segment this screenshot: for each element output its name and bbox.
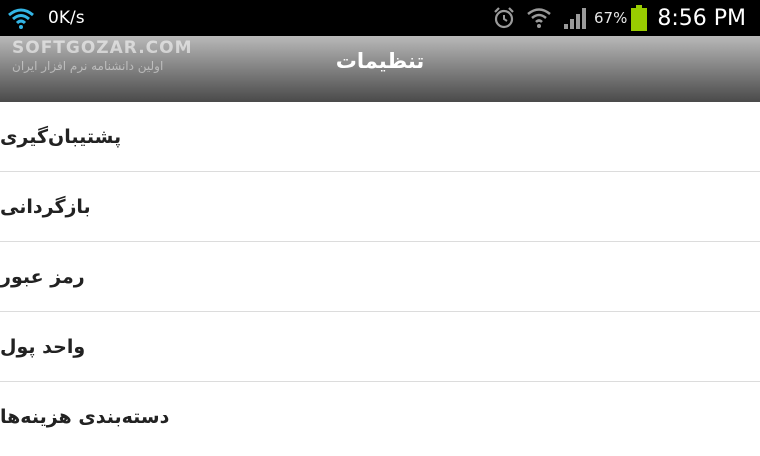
signal-icon: [562, 6, 588, 30]
settings-item-label: بازگردانی: [0, 195, 91, 218]
status-bar-left: 0K/s: [4, 0, 85, 36]
action-bar: SOFTGOZAR.COM اولین دانشنامه نرم افزار ا…: [0, 36, 760, 102]
network-speed: 0K/s: [48, 8, 85, 28]
settings-item-restore[interactable]: بازگردانی: [0, 172, 760, 242]
status-bar: 0K/s 67% 8:56 PM: [0, 0, 760, 36]
page-title: تنظیمات: [335, 49, 425, 73]
alarm-icon: [492, 6, 516, 30]
settings-item-label: پشتیبان‌گیری: [0, 125, 122, 148]
settings-item-expense-categories[interactable]: دسته‌بندی هزینه‌ها: [0, 382, 760, 452]
battery-percent: 67%: [594, 9, 628, 27]
settings-item-password[interactable]: رمز عبور: [0, 242, 760, 312]
settings-item-backup[interactable]: پشتیبان‌گیری: [0, 102, 760, 172]
wifi-signal-icon: [526, 6, 552, 30]
wifi-icon: [4, 4, 38, 32]
settings-item-label: واحد پول: [0, 335, 86, 358]
settings-list: پشتیبان‌گیری بازگردانی رمز عبور واحد پول…: [0, 102, 760, 452]
settings-screen: 0K/s 67% 8:56 PM SOFTGOZAR.COM اولین دان…: [0, 0, 760, 456]
settings-item-currency[interactable]: واحد پول: [0, 312, 760, 382]
battery-icon: [631, 5, 648, 31]
status-bar-right: 67% 8:56 PM: [482, 0, 746, 36]
settings-item-label: دسته‌بندی هزینه‌ها: [0, 406, 170, 428]
clock: 8:56 PM: [657, 5, 746, 31]
settings-item-label: رمز عبور: [0, 265, 85, 288]
